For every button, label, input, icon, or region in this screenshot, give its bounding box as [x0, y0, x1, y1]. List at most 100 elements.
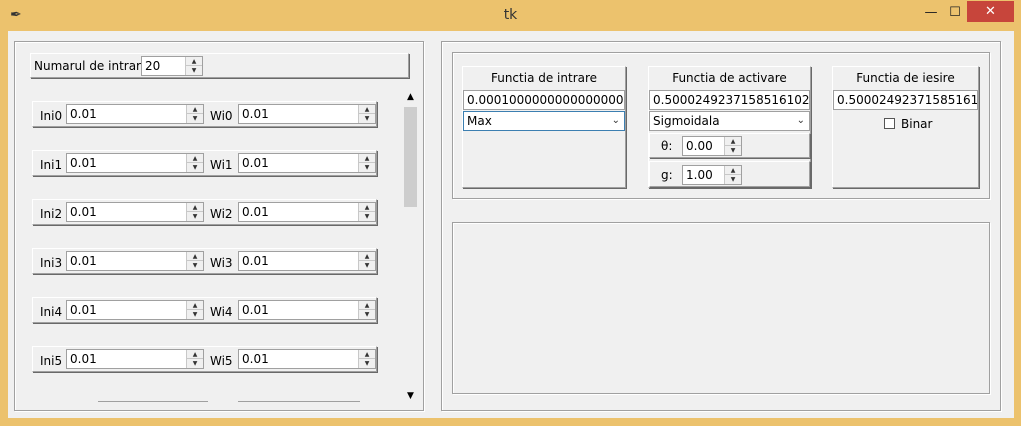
spin-up-icon[interactable]: ▲ — [359, 301, 375, 310]
weight-spinbox[interactable]: 0.01 ▲ ▼ — [238, 153, 376, 173]
spin-down-icon[interactable]: ▼ — [359, 163, 375, 172]
clipped-row-edge — [238, 401, 360, 405]
spin-up-icon[interactable]: ▲ — [187, 350, 203, 359]
input-arrows[interactable]: ▲ ▼ — [186, 105, 203, 123]
spin-up-icon[interactable]: ▲ — [359, 203, 375, 212]
spin-up-icon[interactable]: ▲ — [187, 203, 203, 212]
spin-down-icon[interactable]: ▼ — [187, 261, 203, 270]
input-function-output[interactable]: 0.00010000000000000000 — [463, 90, 625, 110]
input-spinbox[interactable]: 0.01 ▲ ▼ — [66, 104, 204, 124]
input-spinbox[interactable]: 0.01 ▲ ▼ — [66, 251, 204, 271]
g-label: g: — [661, 168, 673, 182]
weight-label: Wi5 — [210, 354, 233, 368]
weight-spinbox[interactable]: 0.01 ▲ ▼ — [238, 251, 376, 271]
inputs-count-spinbox[interactable]: 20 ▲ ▼ — [141, 56, 203, 76]
theta-arrows[interactable]: ▲ ▼ — [724, 137, 741, 155]
spin-down-icon[interactable]: ▼ — [187, 359, 203, 368]
window-frame-right — [1014, 31, 1021, 426]
weight-label: Wi1 — [210, 158, 233, 172]
binary-label: Binar — [901, 117, 933, 131]
spin-down-icon[interactable]: ▼ — [359, 114, 375, 123]
weight-arrows[interactable]: ▲ ▼ — [358, 105, 375, 123]
activation-function-output[interactable]: 0.5000249237158516102​4 — [649, 90, 810, 110]
input-label: Ini3 — [40, 256, 63, 270]
input-label: Ini0 — [40, 109, 63, 123]
scroll-up-icon[interactable]: ▲ — [404, 92, 417, 102]
spin-up-icon[interactable]: ▲ — [359, 350, 375, 359]
window-frame-bottom — [0, 418, 1021, 426]
spin-down-icon[interactable]: ▼ — [359, 261, 375, 270]
spin-up-icon[interactable]: ▲ — [187, 252, 203, 261]
output-function-output[interactable]: 0.50002492371585161024 — [833, 90, 978, 110]
minimize-button[interactable]: — — [921, 3, 941, 23]
spin-down-icon[interactable]: ▼ — [359, 359, 375, 368]
theta-label: θ: — [661, 139, 673, 153]
window-frame-left — [0, 31, 8, 426]
input-arrows[interactable]: ▲ ▼ — [186, 301, 203, 319]
weight-spinbox[interactable]: 0.01 ▲ ▼ — [238, 202, 376, 222]
spin-up-icon[interactable]: ▲ — [187, 105, 203, 114]
inputs-count-frame: Numarul de intrari: 20 ▲ ▼ — [30, 53, 409, 78]
spin-up-icon[interactable]: ▲ — [187, 301, 203, 310]
input-spinbox[interactable]: 0.01 ▲ ▼ — [66, 202, 204, 222]
weight-arrows[interactable]: ▲ ▼ — [358, 203, 375, 221]
input-arrows[interactable]: ▲ ▼ — [186, 252, 203, 270]
weight-spinbox[interactable]: 0.01 ▲ ▼ — [238, 104, 376, 124]
weight-spinbox[interactable]: 0.01 ▲ ▼ — [238, 349, 376, 369]
input-spinbox[interactable]: 0.01 ▲ ▼ — [66, 300, 204, 320]
input-arrows[interactable]: ▲ ▼ — [186, 203, 203, 221]
spin-up-icon[interactable]: ▲ — [186, 57, 202, 66]
input-arrows[interactable]: ▲ ▼ — [186, 154, 203, 172]
activation-function-select[interactable]: Sigmoidala ⌄ — [649, 111, 810, 131]
activation-function-title: Functia de activare — [672, 71, 787, 85]
output-display-frame — [452, 222, 990, 394]
spin-up-icon[interactable]: ▲ — [359, 154, 375, 163]
weight-arrows[interactable]: ▲ ▼ — [358, 301, 375, 319]
chevron-down-icon[interactable]: ⌄ — [612, 115, 620, 126]
scroll-down-icon[interactable]: ▼ — [404, 391, 417, 401]
spin-up-icon[interactable]: ▲ — [359, 105, 375, 114]
theta-spinbox[interactable]: 0.00 ▲ ▼ — [682, 136, 742, 156]
input-label: Ini4 — [40, 305, 63, 319]
spin-down-icon[interactable]: ▼ — [187, 163, 203, 172]
spin-down-icon[interactable]: ▼ — [186, 66, 202, 75]
g-frame: g: 1.00 ▲ ▼ — [649, 161, 810, 187]
chevron-down-icon[interactable]: ⌄ — [797, 115, 805, 126]
spin-up-icon[interactable]: ▲ — [725, 166, 741, 175]
input-arrows[interactable]: ▲ ▼ — [186, 350, 203, 368]
weight-value: 0.01 — [242, 205, 269, 219]
spin-down-icon[interactable]: ▼ — [187, 310, 203, 319]
input-function-select[interactable]: Max ⌄ — [463, 111, 625, 131]
inputs-count-arrows[interactable]: ▲ ▼ — [185, 57, 202, 75]
close-button[interactable]: ✕ — [967, 1, 1014, 22]
inputs-count-value: 20 — [145, 59, 161, 73]
spin-up-icon[interactable]: ▲ — [359, 252, 375, 261]
weight-label: Wi2 — [210, 207, 233, 221]
spin-down-icon[interactable]: ▼ — [359, 212, 375, 221]
scrollbar-thumb[interactable] — [404, 107, 417, 207]
spin-up-icon[interactable]: ▲ — [187, 154, 203, 163]
binary-checkbox[interactable] — [884, 118, 895, 129]
spin-down-icon[interactable]: ▼ — [725, 146, 741, 155]
spin-down-icon[interactable]: ▼ — [725, 175, 741, 184]
g-arrows[interactable]: ▲ ▼ — [724, 166, 741, 184]
spin-up-icon[interactable]: ▲ — [725, 137, 741, 146]
weight-arrows[interactable]: ▲ ▼ — [358, 252, 375, 270]
input-label: Ini2 — [40, 207, 63, 221]
spin-down-icon[interactable]: ▼ — [187, 114, 203, 123]
maximize-button[interactable]: ☐ — [945, 3, 965, 23]
input-spinbox[interactable]: 0.01 ▲ ▼ — [66, 349, 204, 369]
spin-down-icon[interactable]: ▼ — [359, 310, 375, 319]
weight-arrows[interactable]: ▲ ▼ — [358, 350, 375, 368]
weight-label: Wi3 — [210, 256, 233, 270]
weight-arrows[interactable]: ▲ ▼ — [358, 154, 375, 172]
weight-value: 0.01 — [242, 156, 269, 170]
input-value: 0.01 — [70, 156, 97, 170]
input-label: Ini1 — [40, 158, 63, 172]
g-spinbox[interactable]: 1.00 ▲ ▼ — [682, 165, 742, 185]
input-spinbox[interactable]: 0.01 ▲ ▼ — [66, 153, 204, 173]
spin-down-icon[interactable]: ▼ — [187, 212, 203, 221]
theta-frame: θ: 0.00 ▲ ▼ — [649, 133, 810, 158]
input-value: 0.01 — [70, 254, 97, 268]
weight-spinbox[interactable]: 0.01 ▲ ▼ — [238, 300, 376, 320]
